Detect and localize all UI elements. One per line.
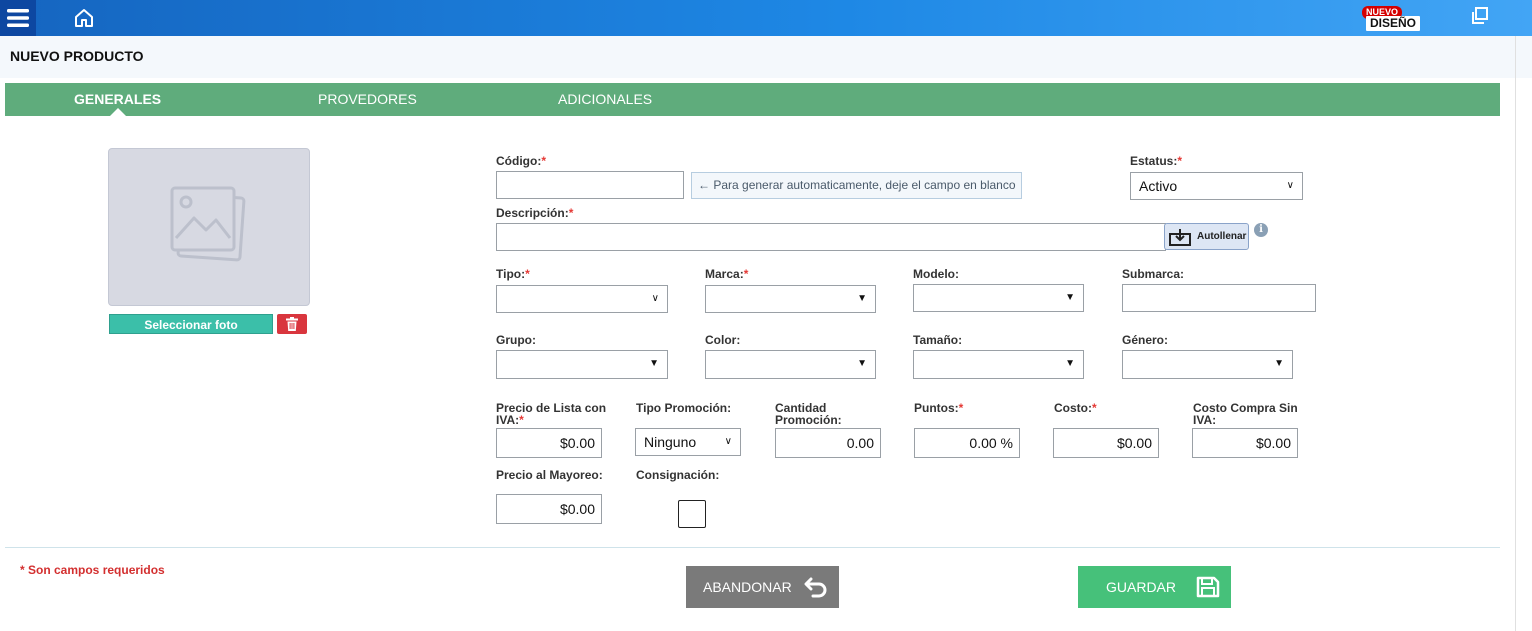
- scrollbar-edge: [1515, 36, 1516, 631]
- undo-icon: [804, 577, 827, 598]
- info-icon[interactable]: i: [1254, 223, 1268, 237]
- select-photo-button[interactable]: Seleccionar foto: [109, 314, 273, 334]
- open-window-button[interactable]: [1470, 6, 1490, 26]
- tipo-promocion-value: Ninguno: [644, 434, 697, 450]
- tab-provedores[interactable]: PROVEDORES: [318, 83, 417, 116]
- codigo-label: Código:*: [496, 154, 546, 168]
- product-photo: [108, 148, 310, 306]
- delete-photo-button[interactable]: [277, 314, 307, 334]
- caret-down-icon: ▼: [857, 293, 867, 304]
- tipo-promocion-select[interactable]: Ninguno ∨: [635, 428, 741, 456]
- top-bar: NUEVO DISEÑO: [0, 0, 1532, 36]
- abandon-label: ABANDONAR: [703, 579, 792, 595]
- precio-mayoreo-label: Precio al Mayoreo:: [496, 468, 603, 482]
- tamano-select[interactable]: ▼: [913, 350, 1084, 379]
- chevron-down-icon: ∨: [1286, 180, 1294, 191]
- autofill-button[interactable]: Autollenar: [1164, 223, 1249, 250]
- modelo-select[interactable]: ▼: [913, 284, 1084, 312]
- autofill-label: Autollenar: [1197, 231, 1247, 242]
- codigo-hint: ← Para generar automaticamente, deje el …: [691, 172, 1022, 199]
- image-placeholder-icon: [170, 186, 246, 262]
- hamburger-icon: [7, 9, 29, 27]
- submarca-label: Submarca:: [1122, 267, 1185, 281]
- tipo-promocion-label: Tipo Promoción:: [636, 401, 732, 415]
- grupo-select[interactable]: ▼: [496, 350, 668, 379]
- page-title: NUEVO PRODUCTO: [10, 48, 144, 64]
- autofill-icon: [1169, 228, 1191, 246]
- chevron-down-icon: ∨: [651, 293, 659, 304]
- precio-mayoreo-input[interactable]: $0.00: [496, 494, 602, 524]
- caret-down-icon: ▼: [857, 358, 867, 369]
- chevron-down-icon: ∨: [724, 436, 732, 447]
- floppy-disk-icon: [1196, 576, 1220, 598]
- modelo-label: Modelo:: [913, 267, 959, 281]
- caret-down-icon: ▼: [1065, 358, 1075, 369]
- save-label: GUARDAR: [1106, 579, 1177, 595]
- caret-down-icon: ▼: [649, 358, 659, 369]
- caret-down-icon: ▼: [1065, 292, 1075, 303]
- design-label: DISEÑO: [1366, 16, 1421, 31]
- home-button[interactable]: [72, 7, 96, 29]
- header-band: [0, 36, 1532, 78]
- caret-down-icon: ▼: [1274, 358, 1284, 369]
- tipo-select[interactable]: ∨: [496, 285, 668, 313]
- costo-label: Costo:*: [1054, 401, 1097, 415]
- precio-lista-label: Precio de Lista con IVA:*: [496, 401, 607, 427]
- tamano-label: Tamaño:: [913, 333, 963, 347]
- estatus-label: Estatus:*: [1130, 154, 1183, 168]
- tab-bar: GENERALES PROVEDORES ADICIONALES: [5, 83, 1500, 116]
- required-fields-note: * Son campos requeridos: [20, 563, 165, 577]
- hamburger-menu-button[interactable]: [0, 0, 36, 36]
- grupo-label: Grupo:: [496, 333, 536, 347]
- window-restore-icon: [1472, 7, 1488, 24]
- codigo-input[interactable]: [496, 171, 684, 199]
- estatus-select[interactable]: Activo ∨: [1130, 172, 1303, 200]
- genero-select[interactable]: ▼: [1122, 350, 1293, 379]
- costo-input[interactable]: $0.00: [1053, 428, 1159, 458]
- descripcion-label: Descripción:*: [496, 206, 574, 220]
- consignacion-checkbox[interactable]: [678, 500, 706, 528]
- submarca-input[interactable]: [1122, 284, 1316, 312]
- genero-label: Género:: [1122, 333, 1169, 347]
- tab-adicionales[interactable]: ADICIONALES: [558, 83, 652, 116]
- tipo-label: Tipo:*: [496, 267, 530, 281]
- active-tab-indicator: [110, 108, 126, 116]
- costo-compra-input[interactable]: $0.00: [1192, 428, 1298, 458]
- abandon-button[interactable]: ABANDONAR: [686, 566, 839, 608]
- home-icon: [75, 9, 93, 27]
- color-label: Color:: [705, 333, 741, 347]
- save-button[interactable]: GUARDAR: [1078, 566, 1231, 608]
- precio-lista-input[interactable]: $0.00: [496, 428, 602, 458]
- descripcion-input[interactable]: [496, 223, 1166, 251]
- trash-icon: [286, 317, 298, 331]
- consignacion-label: Consignación:: [636, 468, 720, 482]
- color-select[interactable]: ▼: [705, 350, 876, 379]
- marca-label: Marca:*: [705, 267, 749, 281]
- puntos-input[interactable]: 0.00 %: [914, 428, 1020, 458]
- puntos-label: Puntos:*: [914, 401, 964, 415]
- estatus-value: Activo: [1139, 178, 1178, 194]
- costo-compra-label: Costo Compra Sin IVA:: [1193, 401, 1298, 427]
- cantidad-promocion-label: Cantidad Promoción:: [775, 401, 842, 427]
- footer-divider: [5, 547, 1500, 548]
- cantidad-promocion-input[interactable]: 0.00: [775, 428, 881, 458]
- marca-select[interactable]: ▼: [705, 285, 876, 313]
